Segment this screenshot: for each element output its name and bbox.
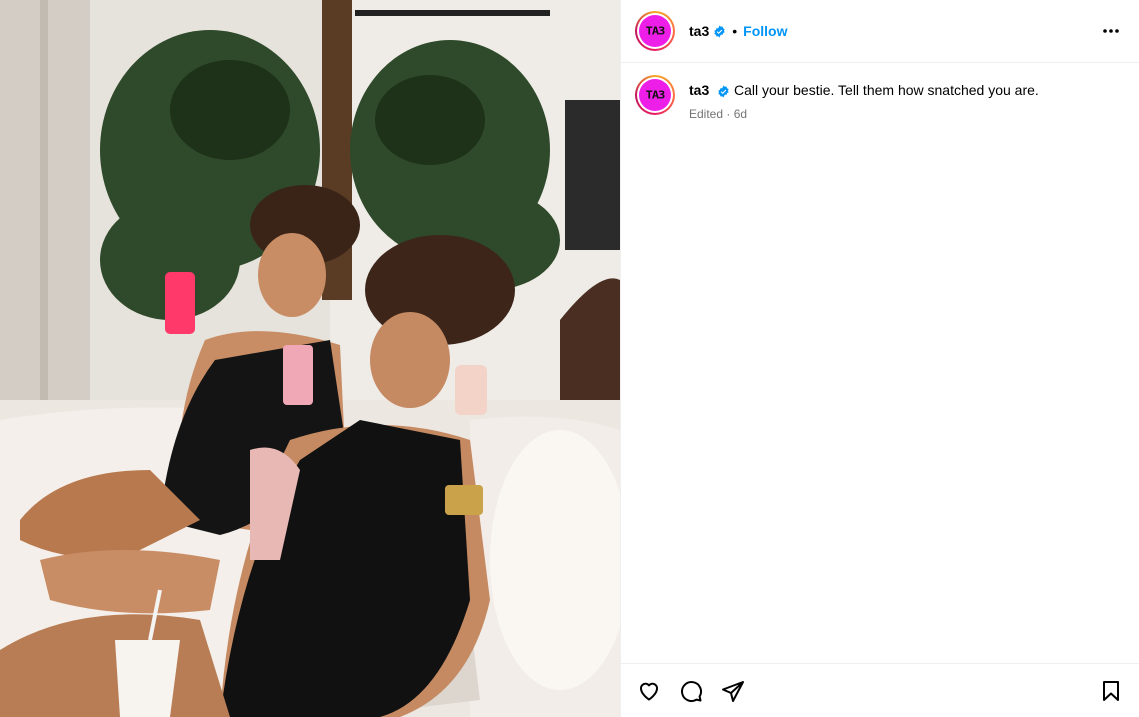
caption-username[interactable]: ta3 [689,82,709,98]
author-avatar[interactable]: TA3 [635,11,675,51]
comments-section: TA3 ta3 Call your bestie. Tell them how … [621,63,1139,663]
caption-comment: TA3 ta3 Call your bestie. Tell them how … [635,75,1125,121]
caption-text: Call your bestie. Tell them how snatched… [734,82,1039,98]
caption-avatar[interactable]: TA3 [635,75,675,115]
avatar-logo-text: TA3 [645,88,666,102]
verified-badge-icon [713,25,726,38]
avatar-logo-text: TA3 [645,24,666,38]
post-dialog: TA3 ta3 • Follow TA3 ta3 Call your besti… [0,0,1139,717]
header-separator: • [732,23,738,39]
action-bar [621,663,1139,717]
post-side-panel: TA3 ta3 • Follow TA3 ta3 Call your besti… [620,0,1139,717]
author-username[interactable]: ta3 [689,23,709,39]
verified-badge-icon [717,85,730,98]
share-icon[interactable] [719,677,747,705]
comment-icon[interactable] [677,677,705,705]
heart-icon[interactable] [635,677,663,705]
caption-meta: Edited · 6d [689,107,748,121]
post-media[interactable] [0,0,620,717]
more-options-icon[interactable] [1099,21,1123,41]
post-header: TA3 ta3 • Follow [621,0,1139,63]
bookmark-icon[interactable] [1097,677,1125,705]
post-photo [0,0,620,717]
caption-text-row: ta3 Call your bestie. Tell them how snat… [689,81,1039,99]
follow-button[interactable]: Follow [743,23,787,39]
